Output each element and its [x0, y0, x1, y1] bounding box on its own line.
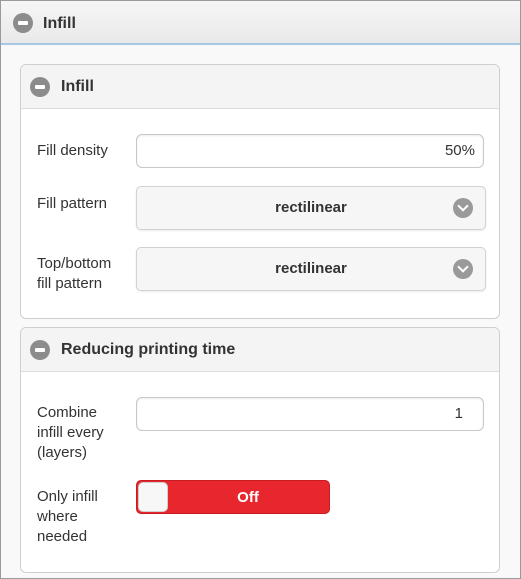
reducing-section-title: Reducing printing time — [61, 341, 236, 358]
label-line: Combine — [37, 404, 98, 421]
only-infill-toggle[interactable]: Off — [136, 480, 330, 514]
collapse-icon[interactable] — [30, 77, 50, 97]
top-bottom-fill-pattern-value: rectilinear — [275, 260, 347, 277]
window-frame: Infill Infill Fill density 50% Fill patt… — [0, 0, 521, 579]
reducing-section-header[interactable]: Reducing printing time — [21, 328, 499, 372]
label-line: where — [37, 508, 78, 525]
label-line: Only infill — [37, 488, 98, 505]
combine-infill-input[interactable]: 1 — [136, 397, 484, 431]
toggle-state-label: Off — [237, 489, 259, 506]
only-infill-label: Only infill where needed — [37, 487, 98, 547]
label-line: infill every — [37, 424, 104, 441]
fill-density-label: Fill density — [37, 142, 108, 159]
infill-section-title: Infill — [61, 78, 94, 95]
collapse-icon[interactable] — [13, 13, 33, 33]
fill-pattern-value: rectilinear — [275, 199, 347, 216]
chevron-down-icon — [453, 259, 473, 279]
reducing-printing-time-section: Reducing printing time Combine infill ev… — [20, 327, 500, 573]
toggle-knob[interactable] — [138, 482, 168, 512]
label-line: needed — [37, 528, 88, 545]
infill-section: Infill Fill density 50% Fill pattern rec… — [20, 64, 500, 319]
label-line: fill pattern — [37, 275, 103, 292]
fill-pattern-label: Fill pattern — [37, 195, 108, 212]
fill-pattern-select[interactable]: rectilinear — [136, 186, 486, 230]
top-bottom-fill-pattern-select[interactable]: rectilinear — [136, 247, 486, 291]
panel-title: Infill — [43, 15, 76, 32]
infill-section-header[interactable]: Infill — [21, 65, 499, 109]
chevron-down-icon — [453, 198, 473, 218]
top-bottom-fill-pattern-label: Top/bottom fill pattern — [37, 254, 111, 294]
label-line: (layers) — [37, 444, 88, 461]
fill-density-input[interactable]: 50% — [136, 134, 484, 168]
panel-header[interactable]: Infill — [1, 1, 520, 45]
label-line: Top/bottom — [37, 255, 112, 272]
combine-infill-label: Combine infill every (layers) — [37, 403, 104, 463]
collapse-icon[interactable] — [30, 340, 50, 360]
